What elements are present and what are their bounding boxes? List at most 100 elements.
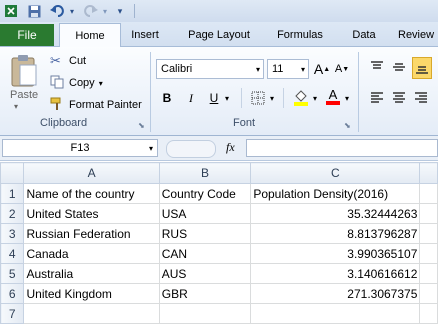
tab-review[interactable]: Review bbox=[398, 24, 438, 46]
align-right-icon[interactable] bbox=[412, 89, 430, 107]
copy-icon bbox=[50, 75, 66, 92]
row-header[interactable]: 2 bbox=[0, 203, 25, 224]
bold-button[interactable]: B bbox=[158, 89, 176, 107]
shrink-font-icon: A bbox=[334, 63, 343, 75]
clipboard-group-label: Clipboard bbox=[40, 117, 88, 129]
cell[interactable]: United States bbox=[23, 203, 160, 224]
redo-dropdown-icon[interactable]: ▾ bbox=[101, 3, 109, 19]
column-header-d[interactable] bbox=[419, 162, 438, 184]
column-header-a[interactable]: A bbox=[23, 162, 160, 184]
row-header[interactable]: 7 bbox=[0, 303, 25, 324]
cell[interactable]: Russian Federation bbox=[23, 223, 160, 244]
cell[interactable] bbox=[23, 303, 160, 324]
formula-input[interactable] bbox=[246, 139, 438, 157]
borders-icon[interactable] bbox=[249, 89, 267, 107]
underline-button[interactable]: U bbox=[205, 89, 223, 107]
tab-insert[interactable]: Insert bbox=[124, 24, 166, 46]
font-color-icon[interactable]: A bbox=[324, 87, 342, 105]
cell[interactable] bbox=[419, 203, 438, 224]
cell[interactable]: United Kingdom bbox=[23, 283, 160, 304]
italic-button[interactable]: I bbox=[182, 89, 200, 107]
cell[interactable] bbox=[419, 303, 438, 324]
font-size-value: 11 bbox=[272, 63, 284, 75]
font-name-dropdown-icon[interactable]: ▾ bbox=[256, 65, 260, 74]
align-center-icon[interactable] bbox=[390, 89, 408, 107]
grow-font-icon: A bbox=[313, 61, 324, 77]
cell[interactable]: CAN bbox=[158, 243, 252, 264]
cell[interactable] bbox=[250, 303, 421, 324]
insert-function-icon[interactable]: fx bbox=[226, 140, 235, 155]
font-name-field[interactable]: Calibri ▾ bbox=[156, 59, 264, 79]
row-header[interactable]: 4 bbox=[0, 243, 25, 264]
align-bottom-icon[interactable] bbox=[412, 57, 432, 79]
fill-color-icon[interactable] bbox=[292, 88, 310, 106]
cell[interactable] bbox=[419, 243, 438, 264]
align-middle-icon[interactable] bbox=[390, 58, 408, 76]
name-box-dropdown-icon[interactable]: ▾ bbox=[149, 144, 153, 153]
tab-home[interactable]: Home bbox=[59, 23, 121, 48]
row-header[interactable]: 5 bbox=[0, 263, 25, 284]
cell[interactable]: RUS bbox=[158, 223, 252, 244]
shrink-font-button[interactable]: A ▼ bbox=[333, 60, 351, 78]
name-box[interactable]: F13 ▾ bbox=[2, 139, 158, 157]
cell[interactable]: 35.32444263 bbox=[250, 203, 421, 224]
excel-logo-icon[interactable] bbox=[3, 3, 19, 19]
redo-icon[interactable] bbox=[82, 3, 100, 19]
undo-dropdown-icon[interactable]: ▾ bbox=[68, 3, 76, 19]
cell[interactable] bbox=[419, 183, 438, 204]
cell[interactable]: 8.813796287 bbox=[250, 223, 421, 244]
table-row: 4 Canada CAN 3.990365107 bbox=[0, 243, 438, 264]
cell[interactable]: Country Code bbox=[158, 183, 252, 204]
customize-quick-access-icon[interactable]: ▾ bbox=[115, 3, 125, 19]
formula-bar-splitter[interactable] bbox=[166, 140, 216, 158]
align-top-icon[interactable] bbox=[368, 58, 386, 76]
cell[interactable]: 3.990365107 bbox=[250, 243, 421, 264]
copy-button[interactable]: Copy ▾ bbox=[50, 75, 103, 91]
font-launcher-icon[interactable]: ⬊ bbox=[344, 121, 351, 130]
paste-icon[interactable] bbox=[8, 54, 42, 90]
cell[interactable]: Name of the country bbox=[23, 183, 160, 204]
table-row: 3 Russian Federation RUS 8.813796287 bbox=[0, 223, 438, 244]
cell[interactable] bbox=[419, 263, 438, 284]
format-painter-button[interactable]: Format Painter bbox=[50, 97, 142, 113]
cell[interactable] bbox=[158, 303, 252, 324]
row-header[interactable]: 1 bbox=[0, 183, 25, 204]
borders-dropdown-icon[interactable]: ▾ bbox=[267, 89, 277, 107]
tab-formulas[interactable]: Formulas bbox=[270, 24, 330, 46]
table-row: 6 United Kingdom GBR 271.3067375 bbox=[0, 283, 438, 304]
tab-page-layout[interactable]: Page Layout bbox=[180, 24, 258, 46]
tab-data[interactable]: Data bbox=[344, 24, 384, 46]
underline-dropdown-icon[interactable]: ▾ bbox=[222, 89, 232, 107]
save-icon[interactable] bbox=[26, 3, 42, 19]
column-header-b[interactable]: B bbox=[158, 162, 252, 184]
cell[interactable]: AUS bbox=[158, 263, 252, 284]
column-header-c[interactable]: C bbox=[250, 162, 421, 184]
cell[interactable]: Population Density(2016) bbox=[250, 183, 421, 204]
tab-file[interactable]: File bbox=[0, 24, 54, 46]
align-left-icon[interactable] bbox=[368, 89, 386, 107]
grow-font-button[interactable]: A ▲ bbox=[313, 60, 331, 78]
cell[interactable]: GBR bbox=[158, 283, 252, 304]
cut-button[interactable]: ✂ Cut bbox=[50, 53, 86, 69]
font-color-dropdown-icon[interactable]: ▾ bbox=[342, 89, 352, 107]
cell[interactable]: Australia bbox=[23, 263, 160, 284]
paste-button[interactable]: Paste bbox=[10, 89, 38, 101]
undo-icon[interactable] bbox=[48, 3, 66, 19]
cell[interactable]: 271.3067375 bbox=[250, 283, 421, 304]
clipboard-launcher-icon[interactable]: ⬊ bbox=[138, 121, 145, 130]
cell[interactable]: 3.140616612 bbox=[250, 263, 421, 284]
paste-dropdown-icon[interactable]: ▾ bbox=[14, 102, 18, 111]
cell[interactable]: Canada bbox=[23, 243, 160, 264]
row-header[interactable]: 6 bbox=[0, 283, 25, 304]
group-separator bbox=[150, 52, 151, 132]
table-row: 1 Name of the country Country Code Popul… bbox=[0, 183, 438, 204]
cell[interactable] bbox=[419, 283, 438, 304]
font-size-field[interactable]: 11 ▾ bbox=[267, 59, 309, 79]
cell[interactable] bbox=[419, 223, 438, 244]
cell[interactable]: USA bbox=[158, 203, 252, 224]
fill-color-dropdown-icon[interactable]: ▾ bbox=[310, 89, 320, 107]
copy-dropdown-icon[interactable]: ▾ bbox=[99, 79, 103, 88]
select-all-corner[interactable] bbox=[0, 162, 25, 184]
font-size-dropdown-icon[interactable]: ▾ bbox=[301, 65, 305, 74]
row-header[interactable]: 3 bbox=[0, 223, 25, 244]
